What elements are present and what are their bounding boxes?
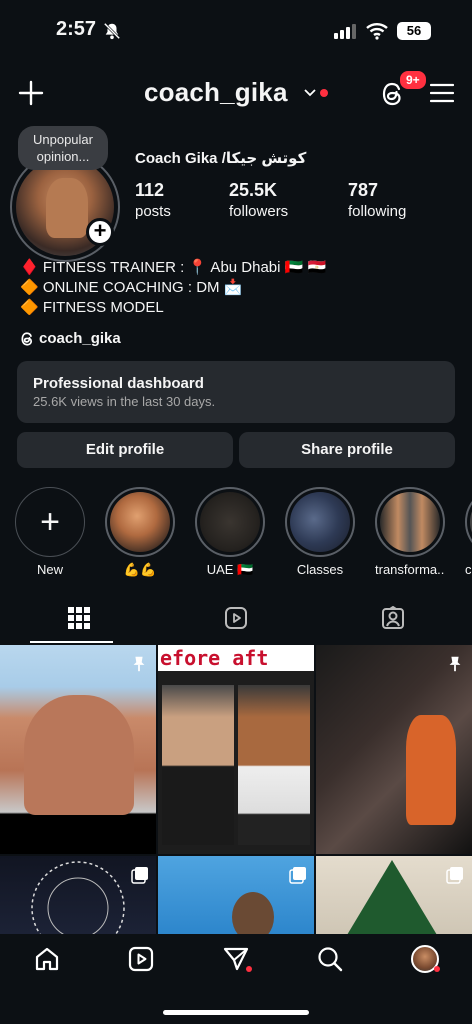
highlight-label: Classes	[296, 562, 344, 577]
highlight-label: c	[465, 562, 472, 577]
reels-icon[interactable]	[128, 946, 154, 972]
home-indicator	[163, 1010, 309, 1015]
profile-notification-dot	[434, 966, 440, 972]
pin-icon	[133, 656, 145, 672]
posts-count[interactable]: 112 posts	[135, 180, 171, 220]
professional-dashboard-card[interactable]: Professional dashboard 25.6K views in th…	[17, 361, 455, 423]
bell-muted-icon	[103, 22, 121, 40]
highlight-item[interactable]: transforma...	[375, 487, 445, 577]
stat-number: 112	[135, 180, 165, 200]
stat-label: posts	[135, 203, 171, 220]
carousel-icon	[131, 867, 148, 884]
bio-line: 🔶 FITNESS MODEL	[20, 299, 164, 316]
stat-label: followers	[229, 203, 289, 220]
grid-icon[interactable]	[67, 606, 91, 630]
search-icon[interactable]	[317, 946, 343, 972]
carousel-icon	[289, 867, 306, 884]
share-profile-button[interactable]: Share profile	[239, 432, 455, 468]
battery-indicator: 56	[397, 22, 431, 40]
post-banner-text: efore aft	[158, 645, 314, 671]
highlight-label: 💪💪	[123, 562, 157, 577]
highlight-label: New	[36, 562, 63, 577]
status-time: 2:57	[56, 18, 97, 40]
tagged-icon[interactable]	[381, 606, 405, 630]
highlight-item[interactable]: Classes	[285, 487, 355, 577]
plus-icon: +	[40, 502, 60, 541]
threads-handle: coach_gika	[39, 330, 121, 347]
carousel-icon	[446, 867, 463, 884]
account-notification-dot	[320, 89, 328, 97]
highlight-item[interactable]: 💪💪	[105, 487, 175, 578]
add-story-plus-icon[interactable]: +	[86, 218, 114, 246]
threads-icon	[21, 331, 33, 346]
dashboard-title: Professional dashboard	[33, 375, 204, 392]
active-tab-indicator	[30, 641, 113, 643]
threads-notification-badge: 9+	[398, 69, 428, 91]
profile-username[interactable]: coach_gika	[144, 77, 288, 108]
cellular-signal-icon	[334, 24, 356, 39]
reels-icon[interactable]	[224, 606, 248, 630]
pin-icon	[449, 656, 461, 672]
highlight-item[interactable]: UAE 🇦🇪	[195, 487, 265, 578]
highlight-label: UAE 🇦🇪	[206, 562, 254, 577]
post-thumbnail[interactable]	[0, 645, 156, 854]
home-icon[interactable]	[34, 946, 60, 972]
following-count[interactable]: 787 following	[348, 180, 406, 220]
highlight-new[interactable]: + New	[15, 487, 85, 577]
followers-count[interactable]: 25.5K followers	[229, 180, 288, 220]
highlight-label: transforma...	[375, 562, 445, 577]
dashboard-subtitle: 25.6K views in the last 30 days.	[33, 394, 216, 409]
threads-profile-link[interactable]: coach_gika	[20, 330, 121, 347]
stat-label: following	[348, 203, 407, 220]
chevron-down-icon[interactable]	[304, 88, 316, 98]
bio-line: 🔶 ONLINE COACHING : DM 📩	[20, 279, 243, 296]
post-thumbnail[interactable]	[316, 645, 472, 854]
hamburger-menu-icon[interactable]	[430, 82, 454, 104]
messages-notification-dot	[246, 966, 252, 972]
post-thumbnail[interactable]: efore aft	[158, 645, 314, 854]
stat-number: 25.5K	[229, 180, 278, 200]
edit-profile-button[interactable]: Edit profile	[17, 432, 233, 468]
stat-number: 787	[348, 180, 379, 200]
wifi-icon	[366, 23, 388, 40]
create-plus-icon[interactable]	[18, 80, 44, 106]
bio-line: ♦️ FITNESS TRAINER : 📍 Abu Dhabi 🇦🇪 🇪🇬	[20, 259, 327, 276]
display-name: Coach Gika /كوتش جيكا	[135, 150, 307, 167]
profile-note-bubble[interactable]: Unpopular opinion...	[18, 126, 108, 170]
highlight-item[interactable]: c	[465, 487, 472, 577]
